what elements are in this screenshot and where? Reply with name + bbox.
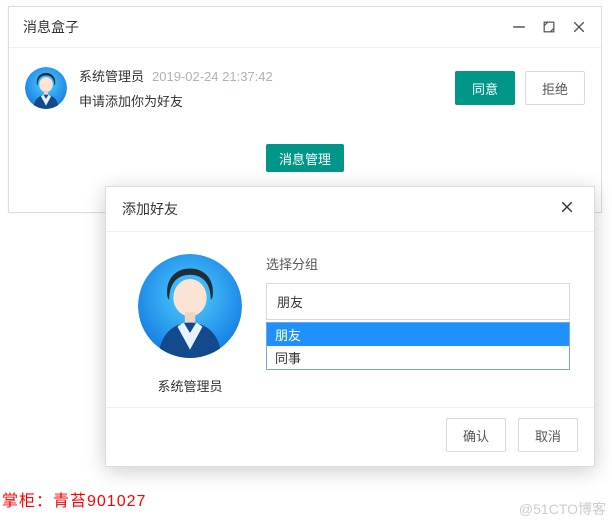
close-dialog-icon[interactable] — [560, 200, 578, 218]
user-column: 系统管理员 — [138, 254, 242, 395]
cancel-button[interactable]: 取消 — [518, 418, 578, 452]
user-avatar — [138, 254, 242, 358]
message-text: 系统管理员 2019-02-24 21:37:42 申请添加你为好友 — [79, 66, 455, 110]
watermark-right: @51CTO博客 — [519, 499, 606, 519]
friend-request-row: 系统管理员 2019-02-24 21:37:42 申请添加你为好友 同意 拒绝 — [9, 48, 601, 120]
add-friend-dialog: 添加好友 系统管理员 选择分组 朋友 朋友 同事 确认 取消 — [105, 186, 595, 467]
message-body: 申请添加你为好友 — [79, 91, 455, 110]
window-controls — [511, 19, 587, 35]
maximize-icon[interactable] — [541, 19, 557, 35]
minimize-icon[interactable] — [511, 19, 527, 35]
group-option-friends[interactable]: 朋友 — [267, 323, 569, 346]
group-select[interactable]: 朋友 — [266, 283, 570, 320]
confirm-button[interactable]: 确认 — [446, 418, 506, 452]
decline-button[interactable]: 拒绝 — [525, 71, 585, 105]
window-title: 消息盒子 — [23, 17, 79, 37]
message-box-window: 消息盒子 系统管理员 2019-02-24 21:37:42 申请添加你为好友 … — [8, 6, 602, 213]
dialog-titlebar: 添加好友 — [106, 187, 594, 232]
message-actions: 同意 拒绝 — [455, 71, 585, 105]
close-window-icon[interactable] — [571, 19, 587, 35]
dialog-title: 添加好友 — [122, 199, 178, 219]
dialog-body: 系统管理员 选择分组 朋友 朋友 同事 — [106, 232, 594, 407]
form-column: 选择分组 朋友 朋友 同事 — [266, 254, 570, 395]
sender-avatar — [25, 67, 67, 109]
message-timestamp: 2019-02-24 21:37:42 — [152, 69, 273, 84]
group-label: 选择分组 — [266, 254, 570, 273]
dialog-footer: 确认 取消 — [106, 407, 594, 466]
sender-name: 系统管理员 — [79, 66, 144, 85]
message-manage-button[interactable]: 消息管理 — [266, 144, 344, 172]
user-name: 系统管理员 — [138, 376, 242, 395]
titlebar: 消息盒子 — [9, 7, 601, 48]
group-option-colleagues[interactable]: 同事 — [267, 346, 569, 369]
group-dropdown: 朋友 同事 — [266, 322, 570, 370]
watermark-left: 掌柜：青苔901027 — [2, 487, 146, 511]
accept-button[interactable]: 同意 — [455, 71, 515, 105]
